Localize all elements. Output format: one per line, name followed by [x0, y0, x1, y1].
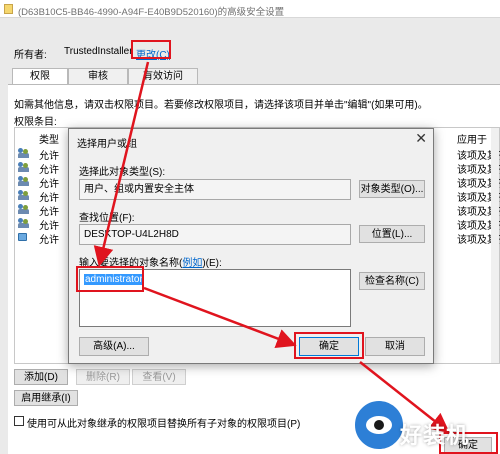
user-group-icon: [18, 148, 29, 158]
row-type: 允许: [39, 235, 59, 246]
select-users-dialog: 选择用户或组 ✕ 选择此对象类型(S): 用户、组或内置安全主体 对象类型(O)…: [68, 128, 434, 364]
location-label: 查找位置(F):: [79, 213, 135, 224]
advanced-button[interactable]: 高级(A)...: [79, 337, 149, 356]
examples-link[interactable]: 例如: [182, 258, 202, 269]
owner-label: 所有者:: [14, 50, 47, 61]
user-group-icon: [18, 176, 29, 186]
window-title: (D63B10C5-BB46-4990-A94F-E40B9D520160)的高…: [18, 7, 285, 18]
view-button[interactable]: 查看(V): [132, 369, 186, 385]
locations-button[interactable]: 位置(L)...: [359, 225, 425, 243]
replace-child-permissions-checkbox[interactable]: [14, 416, 24, 426]
object-type-field: 用户、组或内置安全主体: [79, 179, 351, 200]
tab-auditing[interactable]: 审核: [68, 68, 128, 84]
object-name-label-suffix: )(E):: [202, 258, 222, 269]
add-button[interactable]: 添加(D): [14, 369, 68, 385]
user-group-icon: [18, 204, 29, 214]
highlight-box-name-input: [76, 266, 144, 292]
highlight-box-change-link: [131, 40, 171, 59]
folder-icon: [4, 4, 13, 14]
user-group-icon: [18, 162, 29, 172]
object-type-label: 选择此对象类型(S):: [79, 167, 166, 178]
close-icon[interactable]: ✕: [415, 130, 427, 147]
enable-inheritance-button[interactable]: 启用继承(I): [14, 390, 78, 406]
dialog-title: 选择用户或组: [77, 139, 137, 150]
location-field: DESKTOP-U4L2H8D: [79, 224, 351, 245]
watermark-logo-icon: [352, 398, 406, 452]
object-types-button[interactable]: 对象类型(O)...: [359, 180, 425, 198]
remove-button[interactable]: 删除(R): [76, 369, 130, 385]
replace-child-permissions-label: 使用可从此对象继承的权限项目替换所有子对象的权限项目(P): [27, 419, 301, 430]
title-bar: (D63B10C5-BB46-4990-A94F-E40B9D520160)的高…: [0, 0, 500, 18]
permission-entries-label: 权限条目:: [14, 117, 57, 128]
computer-icon: [18, 232, 29, 242]
column-header-apply-to[interactable]: 应用于: [457, 131, 487, 146]
info-text: 如需其他信息，请双击权限项目。若要修改权限项目，请选择该项目并单击"编辑"(如果…: [14, 100, 428, 111]
tab-effective-access[interactable]: 有效访问: [128, 68, 198, 84]
user-group-icon: [18, 190, 29, 200]
highlight-box-dialog-ok: [294, 332, 364, 359]
list-scrollbar[interactable]: [491, 128, 499, 363]
owner-value: TrustedInstaller: [64, 46, 133, 57]
watermark-text: 好装机: [400, 423, 470, 448]
column-header-type[interactable]: 类型: [39, 131, 59, 146]
user-group-icon: [18, 218, 29, 228]
tab-permissions[interactable]: 权限: [12, 68, 68, 85]
check-names-button[interactable]: 检查名称(C): [359, 272, 425, 290]
dialog-cancel-button[interactable]: 取消: [365, 337, 425, 356]
